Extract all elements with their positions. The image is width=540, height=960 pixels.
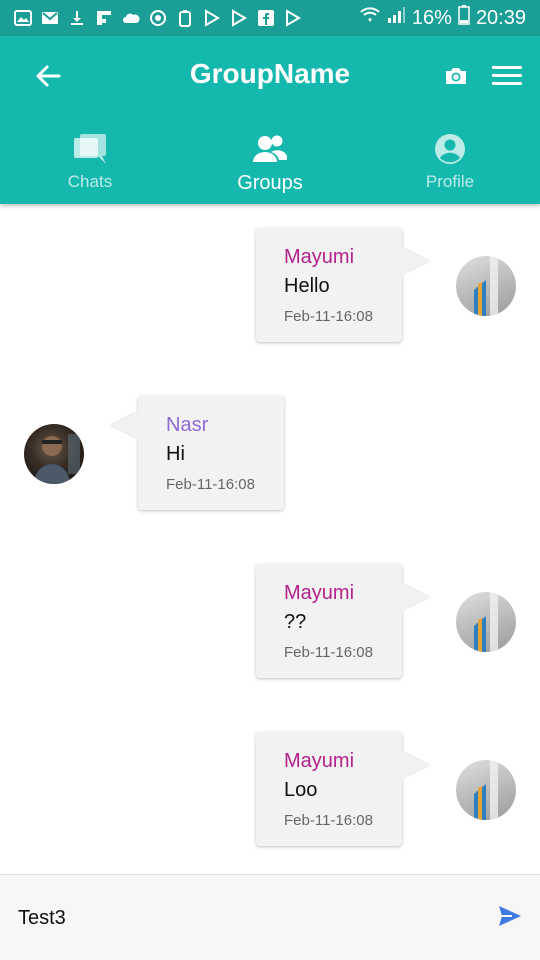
sender-name: Mayumi [284,246,355,268]
battery-percent: 16% [411,6,452,29]
message-time: Feb-11-16:08 [166,476,255,493]
send-button[interactable] [496,905,524,931]
wifi-icon [360,6,380,30]
avatar[interactable] [456,760,516,820]
tab-chats[interactable]: Chats [0,120,180,204]
toolbar: GroupName [0,36,540,120]
tab-groups[interactable]: Groups [180,120,360,204]
composer [0,874,540,960]
battery-icon [458,5,470,31]
message-bubble[interactable]: Mayumi Hello Feb-11-16:08 [256,228,402,342]
signal-icon [386,6,406,30]
tab-label: Groups [237,172,303,194]
message-bubble[interactable]: Nasr Hi Feb-11-16:08 [138,396,284,510]
message-bubble[interactable]: Mayumi ?? Feb-11-16:08 [256,564,402,678]
app-bar: GroupName Chats Groups Profile [0,36,540,204]
cloud-icon [122,9,140,27]
message-bubble[interactable]: Mayumi Loo Feb-11-16:08 [256,732,402,846]
avatar[interactable] [456,592,516,652]
message-list[interactable]: Mayumi Hello Feb-11-16:08 Nasr Hi Feb-11… [0,204,540,874]
play-store-icon [284,9,302,27]
camera-button[interactable] [442,64,470,92]
camera-icon [444,66,468,91]
system-status: 16% 20:39 [360,5,526,31]
avatar[interactable] [456,256,516,316]
tab-label: Chats [67,172,113,191]
sync-icon [149,9,167,27]
sender-name: Mayumi [284,750,355,772]
status-bar: 16% 20:39 [0,0,540,36]
send-icon [498,905,522,932]
clock: 20:39 [475,6,526,29]
tab-bar: Chats Groups Profile [0,120,540,204]
notification-icons [14,9,302,27]
message-time: Feb-11-16:08 [284,644,373,661]
hamburger-menu-icon [492,65,522,92]
message-time: Feb-11-16:08 [284,812,373,829]
gmail-icon [41,9,59,27]
message-text: Loo [284,779,318,801]
sender-name: Mayumi [284,582,355,604]
message-text: Hello [284,275,330,297]
download-icon [68,9,86,27]
clipboard-icon [176,9,194,27]
message-time: Feb-11-16:08 [284,308,373,325]
avatar[interactable] [24,424,84,484]
chat-icon [74,132,106,166]
tab-label: Profile [425,172,475,191]
tab-profile[interactable]: Profile [360,120,540,204]
message-text: Hi [166,443,185,465]
message-text: ?? [284,611,307,633]
flipboard-icon [95,9,113,27]
menu-button[interactable] [490,62,524,94]
play-store-icon [230,9,248,27]
groups-icon [253,132,287,166]
message-input[interactable] [18,901,458,935]
play-store-icon [203,9,221,27]
image-icon [14,9,32,27]
profile-icon [434,132,466,166]
facebook-icon [257,9,275,27]
sender-name: Nasr [166,414,209,436]
